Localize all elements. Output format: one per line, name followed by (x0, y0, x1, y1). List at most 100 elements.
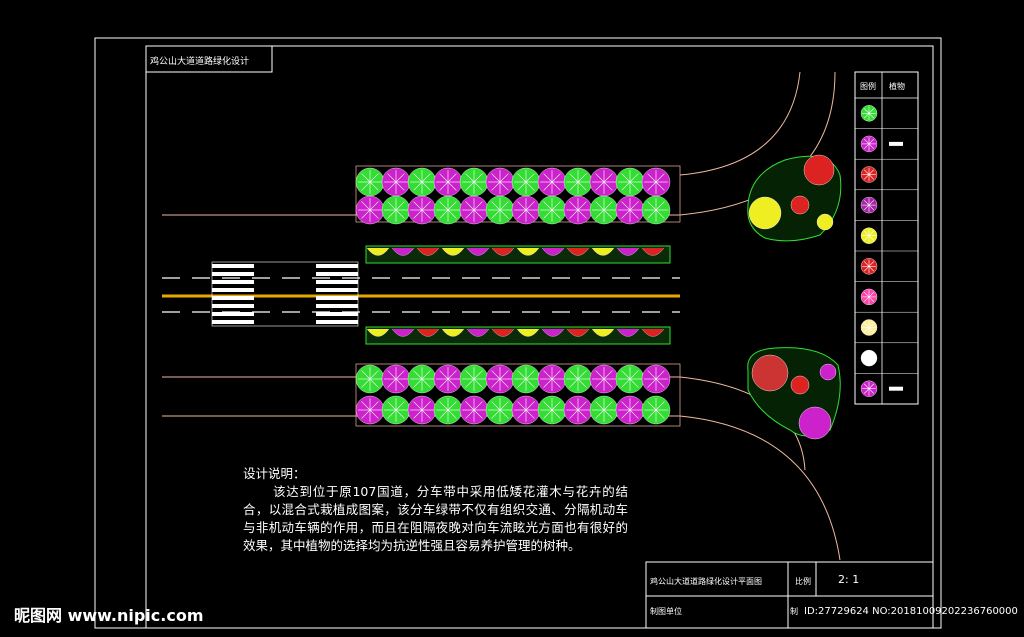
island-planting (790, 375, 810, 395)
crosswalk-stripe (316, 288, 358, 292)
street-tree (381, 364, 411, 394)
street-tree (433, 167, 463, 197)
street-tree (563, 364, 593, 394)
crosswalk-stripe (316, 320, 358, 324)
crosswalk-stripe (316, 296, 358, 300)
island-planting (819, 363, 837, 381)
title-block-draw-label: 制 (790, 607, 798, 616)
street-tree (407, 395, 437, 425)
street-tree (641, 395, 671, 425)
white-plant-icon (860, 349, 878, 367)
legend-swatch (889, 386, 903, 391)
street-tree (511, 195, 541, 225)
street-tree (381, 195, 411, 225)
street-tree (433, 195, 463, 225)
street-tree (485, 364, 515, 394)
green-tree-icon (860, 105, 878, 122)
street-tree (589, 195, 619, 225)
title-block-ratio-label: 比例 (795, 577, 811, 586)
crosswalks (212, 264, 358, 324)
corner-islands (747, 154, 842, 440)
street-tree (615, 167, 645, 197)
crosswalk-stripe (316, 304, 358, 308)
street-tree (615, 195, 645, 225)
street-tree (563, 167, 593, 197)
street-tree (433, 364, 463, 394)
street-tree (537, 364, 567, 394)
magenta-tree-icon (860, 135, 878, 153)
legend-col-name: 植物 (889, 82, 905, 91)
legend-col-symbol: 图例 (860, 82, 876, 91)
drawing-title-tag: 鸡公山大道道路绿化设计 (150, 57, 250, 67)
street-tree (407, 364, 437, 394)
crosswalk-box (211, 261, 359, 327)
street-tree (537, 167, 567, 197)
legend-table (854, 71, 919, 405)
street-tree (381, 167, 411, 197)
street-tree (407, 195, 437, 225)
crosswalk-stripe (212, 320, 254, 324)
street-tree (355, 195, 385, 225)
street-tree (459, 395, 489, 425)
magenta-tree-icon (860, 380, 878, 397)
crosswalk-stripe (316, 280, 358, 284)
crosswalk-stripe (212, 296, 254, 300)
title-block (645, 561, 934, 629)
street-tree (641, 167, 671, 197)
cad-drawing: 鸡公山大道道路绿化设计 设计说明： 该达到位于原107国道，分车带中采用低矮花灌… (0, 0, 1024, 633)
crosswalk-stripe (316, 272, 358, 276)
red-flower-icon (860, 258, 878, 275)
title-block-drawing-name: 鸡公山大道道路绿化设计平面图 (650, 577, 762, 586)
crosswalk-stripe (212, 264, 254, 268)
island-planting (816, 213, 834, 231)
crosswalk-stripe (212, 272, 254, 276)
street-tree (537, 395, 567, 425)
street-tree (511, 395, 541, 425)
street-tree (407, 167, 437, 197)
street-tree (355, 395, 385, 425)
street-tree (589, 167, 619, 197)
street-tree (485, 395, 515, 425)
island-south (747, 347, 841, 440)
street-tree (615, 364, 645, 394)
street-tree (485, 195, 515, 225)
crosswalk-stripe (212, 312, 254, 316)
crosswalk-stripe (212, 288, 254, 292)
median-strip (365, 245, 671, 264)
crosswalk-stripe (316, 312, 358, 316)
legend-swatch (889, 141, 903, 146)
street-tree (589, 364, 619, 394)
street-tree (537, 195, 567, 225)
pink-flower-icon (860, 288, 878, 306)
island-planting (803, 154, 835, 186)
title-block-unit-label: 制图单位 (650, 607, 682, 616)
street-tree (381, 395, 411, 425)
watermark-site: 昵图网 www.nipic.com (14, 606, 204, 625)
street-tree (563, 395, 593, 425)
street-tree (511, 364, 541, 394)
island-planting (798, 406, 832, 440)
street-tree (641, 195, 671, 225)
crosswalk-stripe (212, 280, 254, 284)
island-planting (790, 195, 810, 215)
crosswalk-stripe (316, 264, 358, 268)
street-tree (485, 167, 515, 197)
street-tree (459, 364, 489, 394)
street-tree (641, 364, 671, 394)
crosswalk-stripe (212, 304, 254, 308)
design-notes-heading: 设计说明： (243, 466, 306, 481)
design-notes-body: 该达到位于原107国道，分车带中采用低矮花灌木与花卉的结合，以混合式栽植成图案，… (243, 484, 628, 553)
yellow-flower-icon (860, 227, 878, 244)
watermark-id: ID:27729624 NO:20181009202236760000 (804, 606, 1018, 617)
median-strip (365, 326, 671, 345)
cream-flower-icon (860, 319, 878, 336)
street-tree (511, 167, 541, 197)
red-shrub-icon (860, 166, 878, 183)
purple-shrub-icon (860, 196, 878, 214)
island-planting (751, 354, 789, 392)
street-tree (563, 195, 593, 225)
street-tree (589, 395, 619, 425)
street-tree (355, 364, 385, 394)
island-planting (748, 196, 782, 230)
street-tree (459, 195, 489, 225)
